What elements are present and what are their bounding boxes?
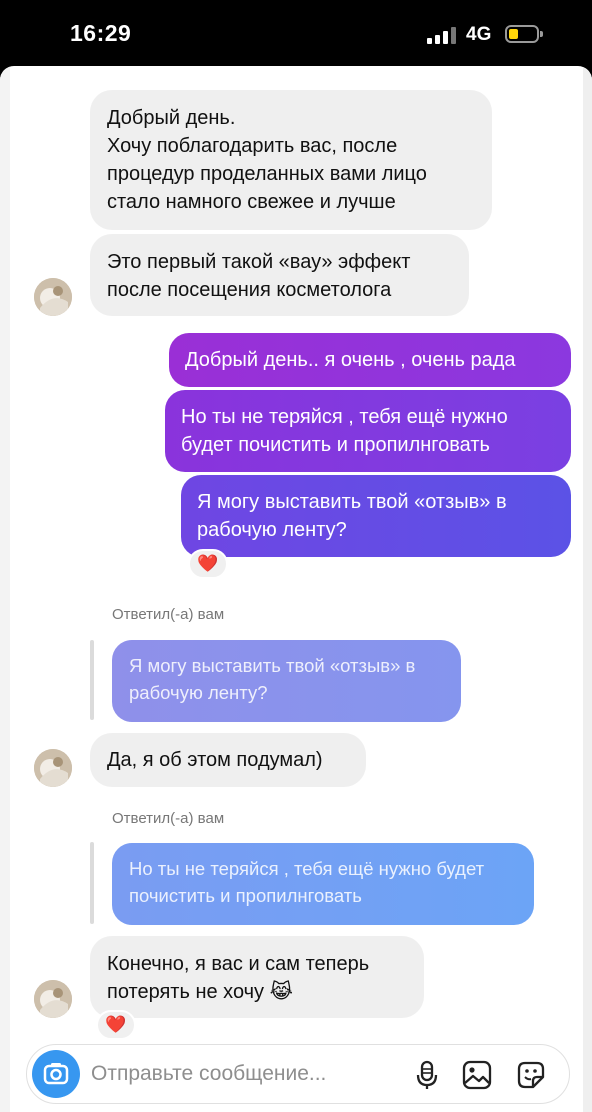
signal-icon (427, 26, 457, 44)
battery-icon (505, 25, 543, 43)
gallery-icon (462, 1060, 492, 1090)
message-bubble-outgoing[interactable]: Но ты не теряйся , тебя ещё нужно будет … (165, 390, 571, 472)
avatar[interactable] (34, 980, 72, 1018)
sticker-button[interactable] (515, 1059, 547, 1091)
network-type: 4G (466, 24, 492, 45)
avatar[interactable] (34, 278, 72, 316)
reply-label: Ответил(-а) вам (112, 606, 225, 623)
quoted-message[interactable]: Я могу выставить твой «отзыв» в рабочую … (112, 640, 461, 722)
reply-label: Ответил(-а) вам (112, 810, 225, 827)
message-bubble-incoming[interactable]: Да, я об этом подумал) (90, 733, 366, 787)
status-time: 16:29 (70, 20, 132, 46)
quoted-message[interactable]: Но ты не теряйся , тебя ещё нужно будет … (112, 843, 534, 925)
message-bubble-incoming[interactable]: Добрый день. Хочу поблагодарить вас, пос… (90, 90, 492, 230)
message-bubble-incoming[interactable]: Конечно, я вас и сам теперь потерять не … (90, 936, 424, 1018)
reply-bar (90, 842, 94, 924)
message-composer[interactable]: Отправьте сообщение... (26, 1044, 570, 1104)
reply-bar (90, 640, 94, 720)
sticker-icon (517, 1061, 545, 1089)
edge-left (0, 66, 10, 1112)
message-bubble-incoming[interactable]: Это первый такой «вау» эффект после посе… (90, 234, 469, 316)
status-bar: 16:29 4G (0, 0, 592, 66)
reaction-heart[interactable]: ❤️ (96, 1010, 136, 1040)
avatar[interactable] (34, 749, 72, 787)
gallery-button[interactable] (461, 1059, 493, 1091)
chat-screen[interactable]: Добрый день. Хочу поблагодарить вас, пос… (0, 66, 592, 1112)
microphone-icon (416, 1060, 438, 1089)
camera-icon (43, 1063, 69, 1085)
reaction-heart[interactable]: ❤️ (188, 549, 228, 579)
message-bubble-outgoing[interactable]: Добрый день.. я очень , очень рада (169, 333, 571, 387)
message-input[interactable]: Отправьте сообщение... (91, 1062, 326, 1086)
message-bubble-outgoing[interactable]: Я могу выставить твой «отзыв» в рабочую … (181, 475, 571, 557)
microphone-button[interactable] (411, 1059, 443, 1091)
camera-button[interactable] (32, 1050, 80, 1098)
scrollbar[interactable] (583, 66, 592, 1112)
